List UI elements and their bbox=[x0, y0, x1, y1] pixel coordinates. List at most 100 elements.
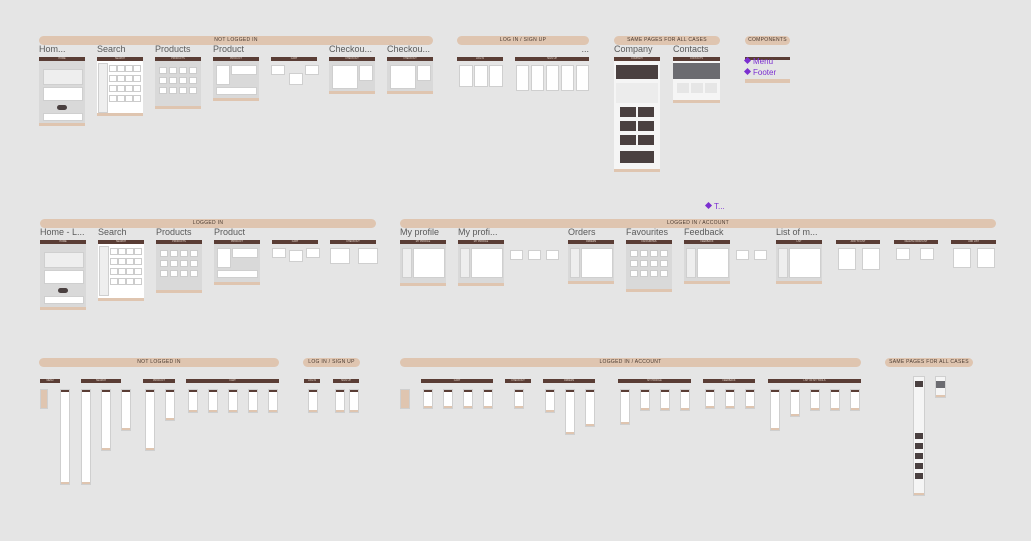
frame-body bbox=[214, 244, 260, 282]
frame-name: Checkou... bbox=[329, 44, 373, 54]
mobile-group-my-profile[interactable]: MY PROFILE bbox=[618, 379, 691, 425]
frame-body bbox=[329, 61, 375, 91]
frame-log-in[interactable]: LOG IN bbox=[457, 57, 503, 87]
frame-search-logged[interactable]: Search SEARCH bbox=[98, 227, 144, 301]
frame-footer bbox=[214, 282, 260, 285]
frame-footer bbox=[626, 289, 672, 292]
frame-name: Product bbox=[213, 44, 245, 54]
frame-name: Search bbox=[98, 227, 127, 237]
section-components[interactable]: COMPONENTS bbox=[745, 36, 790, 45]
frame-footer bbox=[684, 281, 730, 284]
frame-my-profile-2[interactable]: My profi... MY PROFILE bbox=[458, 227, 504, 286]
frame-header: CART bbox=[272, 240, 318, 244]
component-footer[interactable]: Footer bbox=[743, 67, 776, 77]
frame-feedback[interactable]: Feedback FEEDBACK bbox=[684, 227, 730, 284]
frame-contacts[interactable]: Contacts CONTACTS bbox=[673, 44, 720, 103]
section-log-in-sign-up[interactable]: LOG IN / SIGN UP bbox=[457, 36, 589, 45]
frame-orders[interactable]: Orders ORDERS bbox=[568, 227, 614, 284]
mobile-group-menu[interactable]: MENU bbox=[40, 379, 60, 409]
components-frame[interactable]: Menu Footer bbox=[743, 56, 790, 85]
frame-body bbox=[98, 244, 144, 298]
frame-delete-from-list[interactable]: DELETE FROM LIST bbox=[894, 240, 938, 262]
mini-modal[interactable] bbox=[546, 250, 559, 260]
mobile-company-screen[interactable] bbox=[913, 376, 925, 496]
frame-body bbox=[776, 244, 822, 281]
frame-footer bbox=[458, 283, 504, 286]
mobile-group-sign-up[interactable]: SIGN UP bbox=[333, 379, 359, 413]
group-header: MENU bbox=[40, 379, 60, 383]
frame-name: ... bbox=[581, 44, 589, 54]
mini-modal[interactable] bbox=[736, 250, 749, 260]
mobile-group-list-of-my-tools[interactable]: LIST OF MY TOOLS bbox=[768, 379, 861, 431]
mini-modal[interactable] bbox=[510, 250, 523, 260]
frame-home-logged[interactable]: Home - L... HOME bbox=[40, 227, 86, 310]
section-not-logged-in-mobile[interactable]: NOT LOGGED IN bbox=[39, 358, 279, 367]
frame-header: SIGN UP bbox=[515, 57, 589, 61]
frame-footer bbox=[776, 281, 822, 284]
frame-name: My profile bbox=[400, 227, 440, 237]
section-logged-in-account-mobile[interactable]: LOGGED IN / ACCOUNT bbox=[400, 358, 861, 367]
frame-body bbox=[387, 61, 433, 91]
group-header: LOG IN bbox=[304, 379, 320, 383]
frame-add-to-list[interactable]: ADD TO LIST bbox=[836, 240, 880, 270]
frame-checkout-logged[interactable]: CHECKOUT bbox=[330, 240, 378, 264]
frame-home[interactable]: Hom... HOME bbox=[39, 44, 85, 126]
frame-product[interactable]: Product PRODUCT bbox=[213, 44, 259, 101]
mini-modal[interactable] bbox=[528, 250, 541, 260]
frame-cart-logged[interactable]: CART bbox=[272, 240, 320, 264]
frame-product-logged[interactable]: Product PRODUCT bbox=[214, 227, 260, 285]
frame-body bbox=[155, 61, 201, 106]
mobile-group-checkout[interactable]: CHECKOUT bbox=[505, 379, 531, 409]
mobile-group-cart-logged[interactable]: CART bbox=[421, 379, 493, 409]
group-header: ORDERS bbox=[543, 379, 595, 383]
frame-name: Hom... bbox=[39, 44, 66, 54]
frame-body bbox=[684, 244, 730, 281]
frame-add-list[interactable]: ADD LIST bbox=[951, 240, 996, 268]
mobile-group-orders[interactable]: ORDERS bbox=[543, 379, 595, 435]
frame-checkout[interactable]: Checkou... CHECKOUT bbox=[329, 44, 375, 94]
frame-footer bbox=[97, 113, 143, 116]
frame-sign-up[interactable]: ... SIGN UP bbox=[515, 44, 589, 91]
mobile-account-menu[interactable] bbox=[400, 389, 410, 409]
frame-search[interactable]: Search SEARCH bbox=[97, 44, 143, 116]
component-icon bbox=[743, 67, 752, 76]
mobile-home-screen[interactable] bbox=[60, 389, 70, 485]
frame-footer bbox=[329, 91, 375, 94]
frame-footer bbox=[213, 98, 259, 101]
frame-company[interactable]: Company COMPANY bbox=[614, 44, 660, 172]
mobile-contacts-screen[interactable] bbox=[935, 376, 946, 398]
frame-products-logged[interactable]: Products PRODUCTS bbox=[156, 227, 202, 293]
mobile-group-feedback[interactable]: FEEDBACK bbox=[703, 379, 755, 409]
frame-list-of-my-tools[interactable]: List of m... LIST bbox=[776, 227, 822, 284]
frame-header: LOG IN bbox=[457, 57, 503, 61]
frame-header: CART bbox=[271, 57, 317, 61]
frame-footer bbox=[40, 307, 86, 310]
mobile-group-cart[interactable]: CART bbox=[186, 379, 279, 413]
component-icon bbox=[704, 201, 713, 210]
frame-body bbox=[458, 244, 504, 283]
frame-favourites[interactable]: Favourites FAVOURITES bbox=[626, 227, 672, 292]
frame-products[interactable]: Products PRODUCTS bbox=[155, 44, 201, 109]
mobile-group-log-in[interactable]: LOG IN bbox=[304, 379, 320, 413]
mobile-group-product[interactable]: PRODUCT bbox=[143, 379, 175, 451]
frame-footer bbox=[39, 123, 85, 126]
frame-name: Product bbox=[214, 227, 246, 237]
frame-name: Company bbox=[614, 44, 653, 54]
frame-header: ADD LIST bbox=[951, 240, 996, 244]
frame-name: Favourites bbox=[626, 227, 669, 237]
group-header: CART bbox=[186, 379, 279, 383]
group-header: MY PROFILE bbox=[618, 379, 691, 383]
group-header: SIGN UP bbox=[333, 379, 359, 383]
frame-cart[interactable]: CART bbox=[271, 57, 319, 90]
component-menu[interactable]: Menu bbox=[743, 56, 773, 66]
mobile-group-search[interactable]: SEARCH bbox=[81, 379, 131, 487]
mini-modal[interactable] bbox=[754, 250, 767, 260]
section-logged-in[interactable]: LOGGED IN bbox=[40, 219, 376, 228]
section-log-in-sign-up-mobile[interactable]: LOG IN / SIGN UP bbox=[303, 358, 360, 367]
frame-checkout-2[interactable]: Checkou... CHECKOUT bbox=[387, 44, 433, 94]
frame-name: Orders bbox=[568, 227, 596, 237]
section-same-pages-mobile[interactable]: SAME PAGES FOR ALL CASES bbox=[885, 358, 973, 367]
floating-component[interactable]: T... bbox=[704, 201, 725, 211]
frame-my-profile[interactable]: My profile MY PROFILE bbox=[400, 227, 446, 286]
frame-body bbox=[400, 244, 446, 283]
